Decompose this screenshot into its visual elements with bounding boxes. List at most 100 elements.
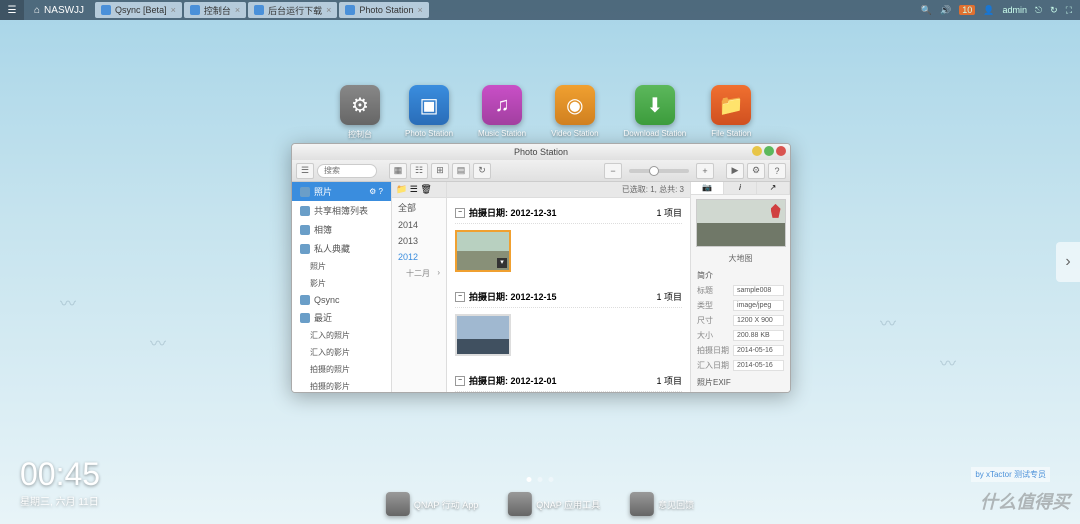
year-column: 📁 ☰ 🗑 全部 201420132012十二月› xyxy=(392,182,447,392)
settings-button[interactable]: ⚙ xyxy=(747,163,765,179)
slideshow-button[interactable]: ▶ xyxy=(726,163,744,179)
folder-icon[interactable]: 📁 xyxy=(396,184,407,195)
notification-badge[interactable]: 10 xyxy=(959,5,975,15)
year-all[interactable]: 全部 xyxy=(392,198,446,217)
restart-icon[interactable]: ↻ xyxy=(1050,5,1058,16)
view-detail-button[interactable]: ⊞ xyxy=(431,163,449,179)
date-header[interactable]: −拍摄日期: 2012-12-311 项目 xyxy=(455,202,682,224)
sidebar-item[interactable]: 照片⚙ ? xyxy=(292,182,391,201)
year-header: 📁 ☰ 🗑 xyxy=(392,182,446,198)
folder-icon xyxy=(300,225,310,235)
sidebar-item[interactable]: 拍摄的照片 xyxy=(292,361,391,378)
photo-thumbnail[interactable]: ▾ xyxy=(455,230,511,272)
sidebar: 照片⚙ ?共享相簿列表相簿私人典藏照片影片Qsync最近汇入的照片汇入的影片拍摄… xyxy=(292,182,392,392)
desktop-icon[interactable]: ⬇Download Station xyxy=(624,85,687,140)
main-menu-button[interactable]: ☰ xyxy=(0,0,24,20)
desktop-pager[interactable] xyxy=(527,477,554,482)
sidebar-item[interactable]: 最近 xyxy=(292,308,391,327)
sort-icon[interactable]: ☰ xyxy=(410,184,418,195)
top-taskbar: ☰ ⌂NASWJJ Qsync [Beta]×控制台×后台运行下载×Photo … xyxy=(0,0,1080,20)
photo-thumbnail[interactable] xyxy=(455,314,511,356)
dock-item[interactable]: 意见回馈 xyxy=(630,492,694,516)
close-button[interactable] xyxy=(776,146,786,156)
detail-value: sample008 xyxy=(733,285,784,296)
year-item[interactable]: 2012 xyxy=(392,249,446,265)
exif-section[interactable]: 照片EXIF xyxy=(697,377,784,388)
dock-item[interactable]: QNAP 行动 App xyxy=(386,492,478,516)
view-grid-button[interactable]: ▦ xyxy=(389,163,407,179)
detail-value: 2014-05-16 xyxy=(733,345,784,356)
tab-info[interactable]: 📷 xyxy=(691,182,724,194)
tab-edit[interactable]: i xyxy=(724,182,757,194)
collapse-icon[interactable]: − xyxy=(455,292,465,302)
year-item[interactable]: 2013 xyxy=(392,233,446,249)
collapse-icon[interactable]: − xyxy=(455,376,465,386)
sidebar-item[interactable]: 拍摄的影片 xyxy=(292,378,391,392)
detail-key: 类型 xyxy=(697,300,729,311)
date-header[interactable]: −拍摄日期: 2012-12-151 项目 xyxy=(455,286,682,308)
taskbar-tab[interactable]: 后台运行下载× xyxy=(248,2,337,18)
taskbar-tab[interactable]: Photo Station× xyxy=(339,2,428,18)
desktop-clock: 00:45 星期三, 六月 11日 xyxy=(20,456,100,508)
view-list-button[interactable]: ☷ xyxy=(410,163,428,179)
zoom-in-button[interactable]: + xyxy=(696,163,714,179)
detail-key: 标题 xyxy=(697,285,729,296)
dock: QNAP 行动 App QNAP 应用工具 意见回馈 xyxy=(386,492,694,516)
sidebar-item[interactable]: 私人典藏 xyxy=(292,239,391,258)
year-item[interactable]: 2014 xyxy=(392,217,446,233)
zoom-out-button[interactable]: − xyxy=(604,163,622,179)
collapse-icon[interactable]: − xyxy=(455,208,465,218)
desktop-icon[interactable]: 📁File Station xyxy=(711,85,751,140)
sidebar-item[interactable]: 共享相簿列表 xyxy=(292,201,391,220)
detail-value: 1200 X 900 xyxy=(733,315,784,326)
desktop-icon[interactable]: ▣Photo Station xyxy=(405,85,453,140)
user-label[interactable]: admin xyxy=(1003,5,1028,15)
filter-button[interactable]: ▤ xyxy=(452,163,470,179)
window-titlebar[interactable]: Photo Station xyxy=(292,144,790,160)
detail-value: image/jpeg xyxy=(733,300,784,311)
folder-icon xyxy=(300,313,310,323)
zoom-slider[interactable] xyxy=(629,169,689,173)
month-item[interactable]: 十二月› xyxy=(392,265,446,282)
desktop-icon[interactable]: ⚙控制台 xyxy=(340,85,380,140)
volume-icon[interactable]: 🔊 xyxy=(940,5,951,16)
clock-time: 00:45 xyxy=(20,456,100,493)
folder-icon xyxy=(300,187,310,197)
date-header[interactable]: −拍摄日期: 2012-12-011 项目 xyxy=(455,370,682,392)
sidebar-item[interactable]: 照片 xyxy=(292,258,391,275)
tab-share[interactable]: ↗ xyxy=(757,182,790,194)
fullscreen-icon[interactable]: ⛶ xyxy=(1066,5,1072,16)
minimize-button[interactable] xyxy=(752,146,762,156)
host-label[interactable]: ⌂NASWJJ xyxy=(24,5,94,16)
taskbar-tab[interactable]: 控制台× xyxy=(184,2,246,18)
dock-item[interactable]: QNAP 应用工具 xyxy=(508,492,600,516)
content-status: 已选取: 1, 总共: 3 xyxy=(447,182,690,198)
sidebar-item[interactable]: 相簿 xyxy=(292,220,391,239)
logout-icon[interactable]: ⎋ xyxy=(1035,5,1042,16)
enlarge-link[interactable]: 大地图 xyxy=(691,251,790,266)
search-input[interactable] xyxy=(317,164,377,178)
sidebar-item[interactable]: 影片 xyxy=(292,275,391,292)
next-desktop-arrow[interactable]: › xyxy=(1056,242,1080,282)
sidebar-item[interactable]: 汇入的影片 xyxy=(292,344,391,361)
photo-station-window: Photo Station ☰ ▦ ☷ ⊞ ▤ ↻ − + ▶ ⚙ ? 照片⚙ … xyxy=(291,143,791,393)
close-icon[interactable]: × xyxy=(417,5,422,15)
user-icon[interactable]: 👤 xyxy=(983,5,994,16)
sidebar-item[interactable]: Qsync xyxy=(292,292,391,308)
taskbar-tab[interactable]: Qsync [Beta]× xyxy=(95,2,182,18)
help-button[interactable]: ? xyxy=(768,163,786,179)
delete-icon[interactable]: 🗑 xyxy=(420,184,431,195)
close-icon[interactable]: × xyxy=(235,5,240,15)
refresh-button[interactable]: ↻ xyxy=(473,163,491,179)
desktop-icon[interactable]: ◉Video Station xyxy=(551,85,598,140)
close-icon[interactable]: × xyxy=(171,5,176,15)
sidebar-item[interactable]: 汇入的照片 xyxy=(292,327,391,344)
search-icon[interactable]: 🔍 xyxy=(921,5,932,16)
maximize-button[interactable] xyxy=(764,146,774,156)
back-button[interactable]: ☰ xyxy=(296,163,314,179)
detail-section-title: 简介 xyxy=(697,270,784,281)
desktop-icon[interactable]: ♫Music Station xyxy=(478,85,526,140)
close-icon[interactable]: × xyxy=(326,5,331,15)
folder-icon xyxy=(300,244,310,254)
preview-image[interactable] xyxy=(696,199,786,247)
